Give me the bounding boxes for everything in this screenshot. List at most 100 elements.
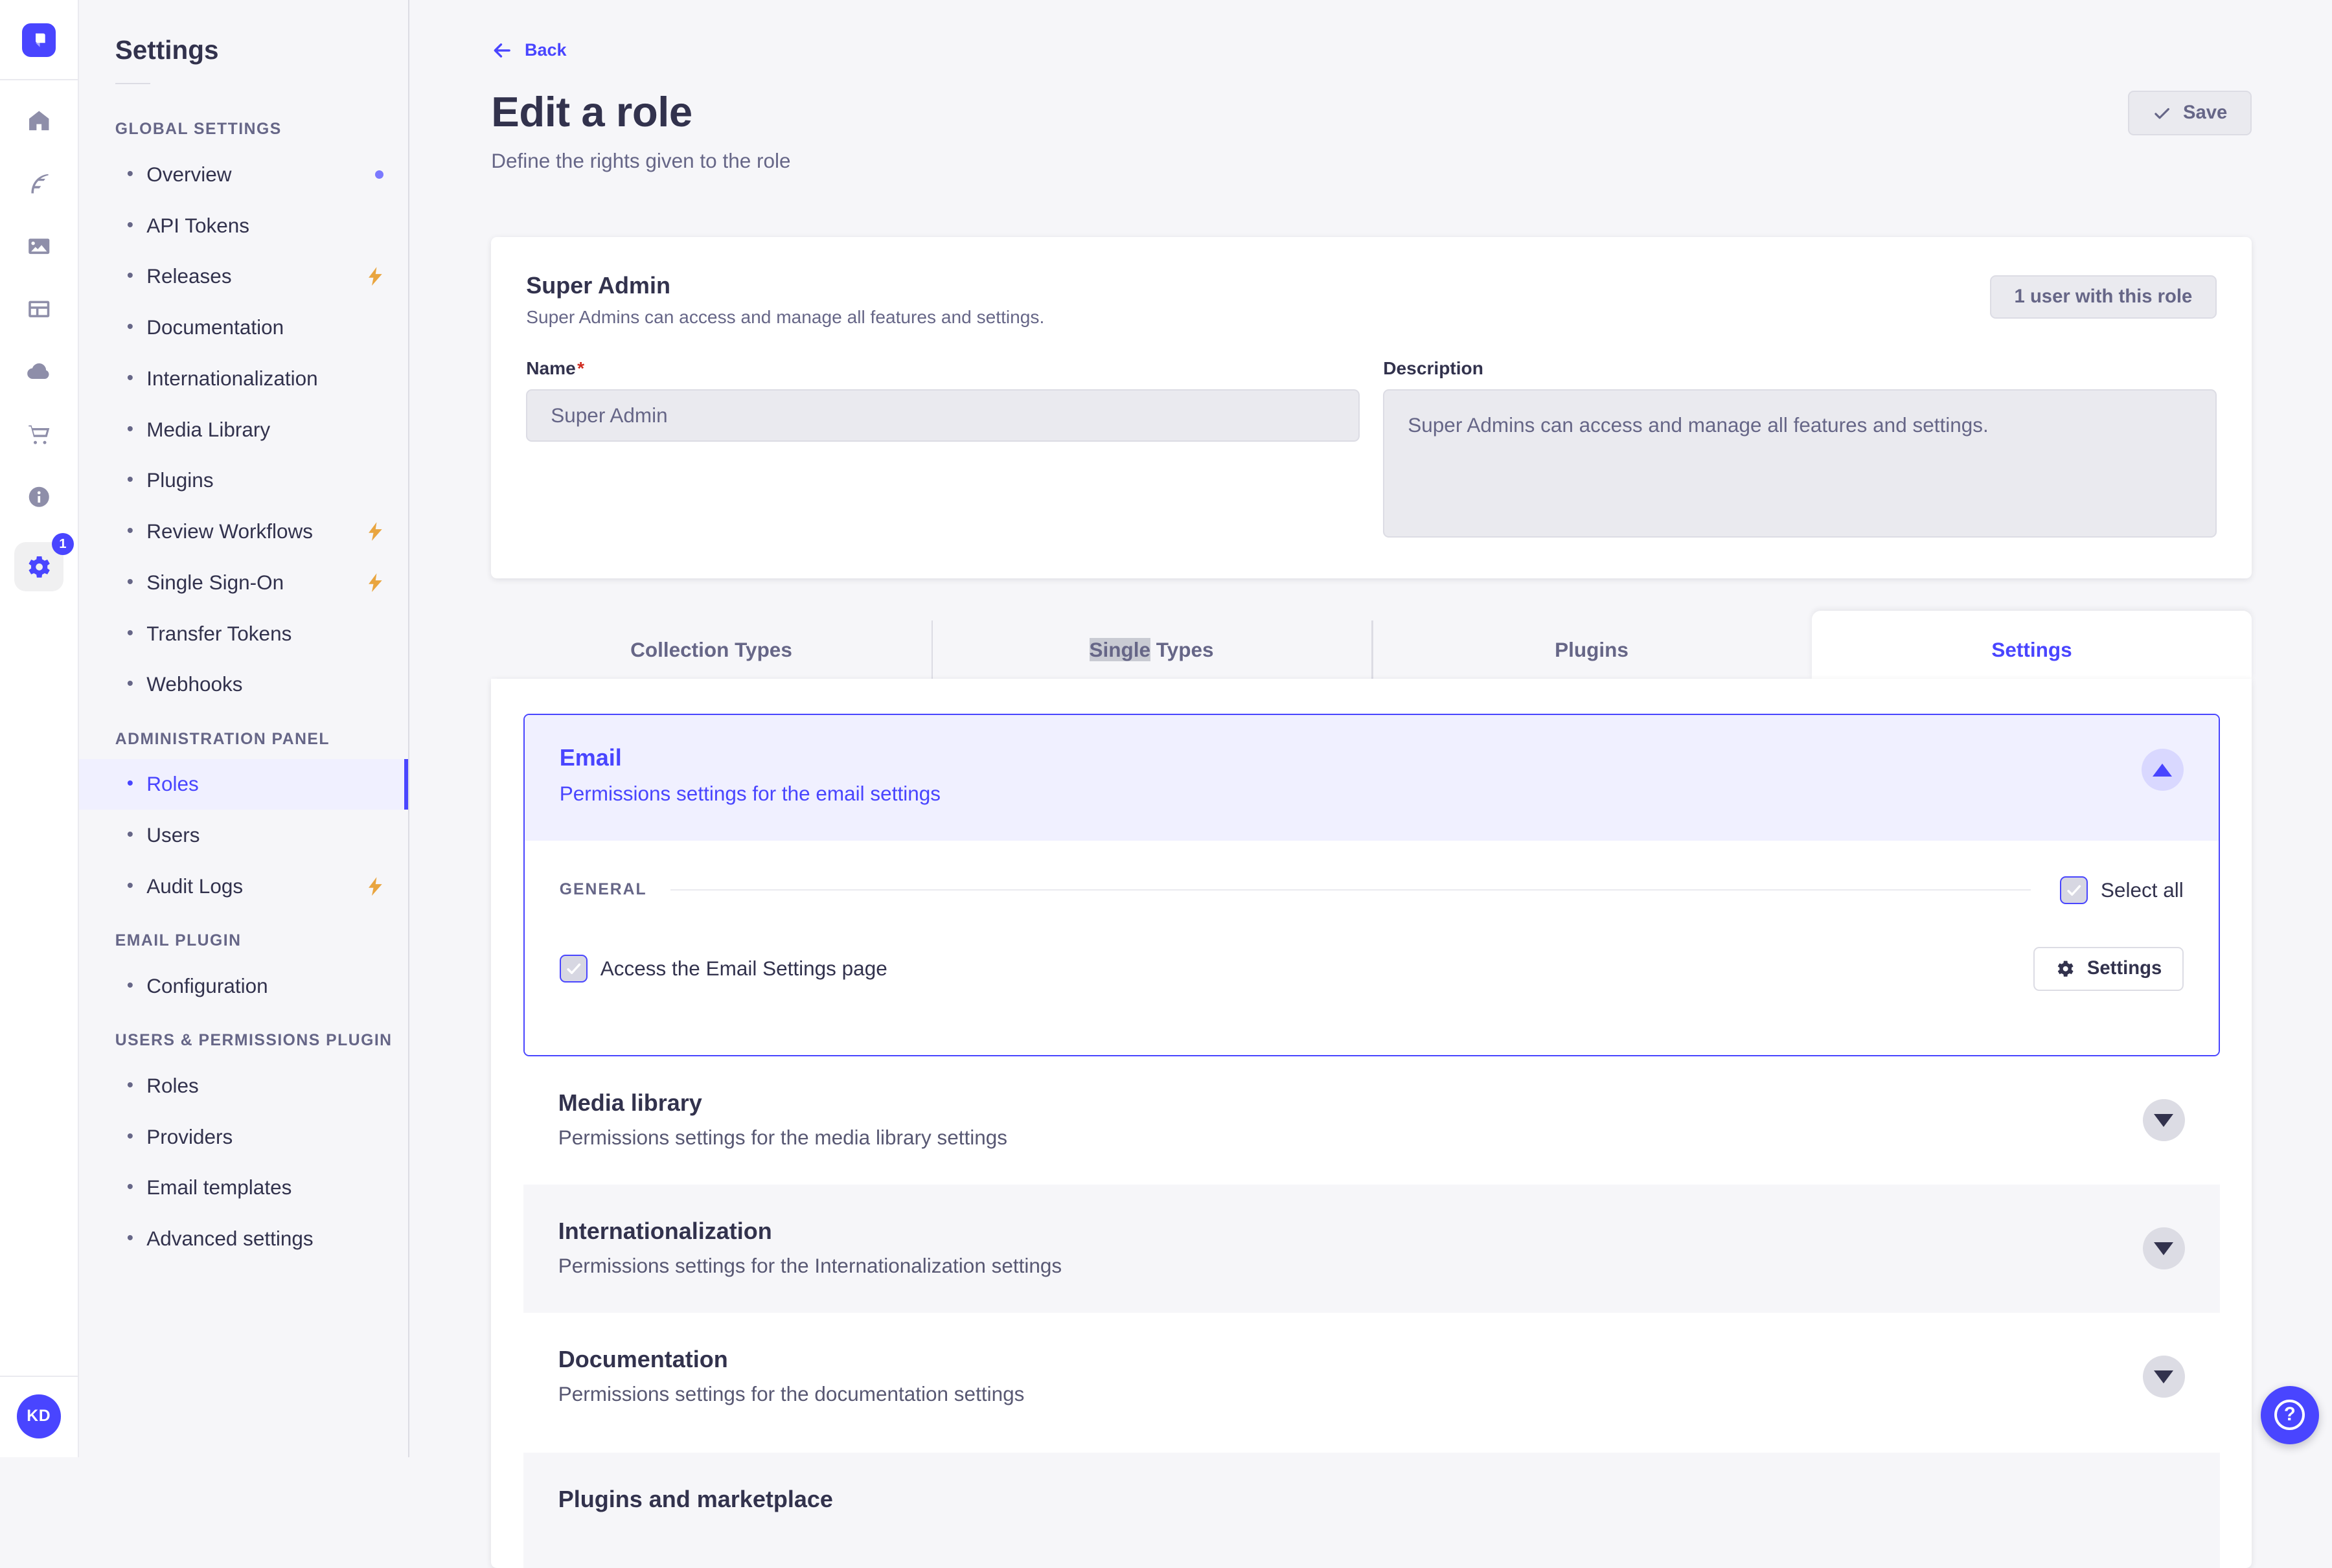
- sidebar-title: Settings: [115, 35, 219, 65]
- expand-button[interactable]: [2142, 1227, 2185, 1270]
- chevron-up-icon: [2153, 763, 2173, 777]
- email-accordion-title: Email: [559, 744, 622, 771]
- email-accordion-header[interactable]: Email Permissions settings for the email…: [524, 715, 2219, 841]
- internationalization-accordion[interactable]: Internationalization Permissions setting…: [523, 1184, 2220, 1313]
- select-all-label[interactable]: Select all: [2101, 878, 2184, 902]
- rail-footer: KD: [0, 1376, 78, 1457]
- tab-single-types[interactable]: Single Types: [931, 620, 1372, 679]
- access-email-settings-checkbox[interactable]: [559, 955, 588, 983]
- deploy-cloud-icon[interactable]: [14, 347, 64, 396]
- email-plugin-list: • Configuration: [79, 960, 409, 1012]
- sidebar-title-divider: [115, 83, 150, 84]
- email-settings-button[interactable]: Settings: [2033, 947, 2184, 991]
- media-library-images-icon[interactable]: [14, 222, 64, 271]
- back-arrow-icon: [494, 43, 511, 58]
- plugins-marketplace-accordion[interactable]: Plugins and marketplace: [523, 1452, 2220, 1568]
- name-label: Name *: [526, 358, 585, 378]
- settings-sidebar: Settings GLOBAL SETTINGS • Overview • AP…: [78, 0, 410, 1457]
- description-field-group: Description Super Admins can access and …: [1383, 358, 2217, 543]
- back-link[interactable]: Back: [491, 40, 567, 62]
- gear-icon: [2058, 960, 2074, 977]
- section-administration-panel: ADMINISTRATION PANEL: [115, 730, 330, 748]
- tab-plugins[interactable]: Plugins: [1371, 620, 1812, 679]
- page-header: Edit a role Save: [491, 87, 2252, 136]
- collapse-button[interactable]: [2141, 749, 2184, 791]
- rail-icons: 1: [0, 80, 78, 592]
- lightning-icon: [367, 522, 383, 541]
- required-asterisk: *: [577, 358, 585, 378]
- name-input: [526, 389, 1360, 442]
- overview-notification-dot: [374, 170, 383, 179]
- media-library-accordion[interactable]: Media library Permissions settings for t…: [523, 1056, 2220, 1185]
- sidebar-item-single-sign-on[interactable]: • Single Sign-On: [79, 557, 409, 608]
- role-details-card: Super Admin Super Admins can access and …: [491, 237, 2252, 578]
- content-type-builder-feather-icon[interactable]: [14, 159, 64, 209]
- lightning-icon: [367, 573, 383, 592]
- chevron-down-icon: [2154, 1370, 2174, 1383]
- user-avatar[interactable]: KD: [17, 1394, 61, 1438]
- lightning-icon: [367, 267, 383, 286]
- global-settings-list: • Overview • API Tokens • Releases • Doc…: [79, 149, 409, 710]
- select-all-checkbox[interactable]: [2059, 876, 2088, 904]
- check-icon: [2154, 108, 2169, 119]
- tab-settings-active[interactable]: Settings: [1811, 610, 2252, 679]
- section-users-permissions-plugin: USERS & PERMISSIONS PLUGIN: [115, 1032, 393, 1050]
- role-description-text: Super Admins can access and manage all f…: [526, 306, 1045, 327]
- settings-gear-icon[interactable]: 1: [14, 533, 74, 592]
- sidebar-item-roles-active[interactable]: • Roles: [78, 758, 409, 810]
- selected-text-highlight: Single: [1089, 637, 1151, 661]
- permissions-tabs: Collection Types Single Types Plugins Se…: [491, 610, 2252, 679]
- home-icon[interactable]: [14, 96, 64, 146]
- page-title: Edit a role: [491, 88, 692, 135]
- help-button[interactable]: ?: [2260, 1385, 2319, 1444]
- expand-button[interactable]: [2142, 1355, 2185, 1398]
- sidebar-item-media-library[interactable]: • Media Library: [79, 404, 409, 455]
- sidebar-item-overview[interactable]: • Overview: [79, 149, 409, 200]
- sidebar-item-advanced-settings[interactable]: • Advanced settings: [79, 1213, 409, 1264]
- name-field-group: Name *: [526, 358, 1360, 543]
- email-accordion-subtitle: Permissions settings for the email setti…: [559, 782, 941, 805]
- sidebar-item-documentation[interactable]: • Documentation: [79, 302, 409, 353]
- sidebar-item-releases[interactable]: • Releases: [79, 251, 409, 302]
- main-content: Back Edit a role Save Define the rights …: [409, 0, 2332, 1568]
- strapi-logo-icon[interactable]: [21, 23, 56, 57]
- sidebar-item-webhooks[interactable]: • Webhooks: [79, 659, 409, 710]
- documentation-accordion[interactable]: Documentation Permissions settings for t…: [523, 1313, 2220, 1441]
- check-icon: [2067, 885, 2081, 896]
- sidebar-item-api-tokens[interactable]: • API Tokens: [79, 200, 409, 251]
- sidebar-item-transfer-tokens[interactable]: • Transfer Tokens: [79, 608, 409, 659]
- general-group-label: GENERAL: [559, 881, 647, 899]
- marketplace-cart-icon[interactable]: [14, 409, 64, 459]
- nav-rail: 1 KD: [0, 0, 79, 1457]
- sidebar-item-audit-logs[interactable]: • Audit Logs: [79, 861, 409, 912]
- description-textarea: Super Admins can access and manage all f…: [1383, 389, 2217, 538]
- question-mark-icon: ?: [2274, 1400, 2305, 1431]
- chevron-down-icon: [2154, 1242, 2174, 1255]
- users-permissions-list: • Roles • Providers • Email templates • …: [79, 1060, 409, 1264]
- sidebar-item-configuration[interactable]: • Configuration: [79, 960, 409, 1012]
- check-icon: [567, 963, 580, 975]
- sidebar-item-plugins[interactable]: • Plugins: [79, 455, 409, 506]
- role-name-heading: Super Admin: [526, 272, 670, 299]
- content-manager-layout-icon[interactable]: [14, 284, 64, 334]
- save-button[interactable]: Save: [2127, 90, 2252, 136]
- sidebar-item-providers[interactable]: • Providers: [79, 1111, 409, 1163]
- email-accordion-body: GENERAL Select all Access the Email Sett…: [524, 840, 2219, 1055]
- general-group-row: GENERAL Select all: [560, 864, 2184, 916]
- sidebar-item-email-templates[interactable]: • Email templates: [79, 1163, 409, 1214]
- sidebar-item-review-workflows[interactable]: • Review Workflows: [79, 506, 409, 557]
- users-with-role-button[interactable]: 1 user with this role: [1989, 275, 2217, 319]
- section-global-settings: GLOBAL SETTINGS: [115, 120, 282, 139]
- info-icon[interactable]: [14, 472, 64, 522]
- sidebar-item-users[interactable]: • Users: [79, 810, 409, 861]
- divider-line: [670, 889, 2031, 891]
- sidebar-item-up-roles[interactable]: • Roles: [79, 1060, 409, 1111]
- expand-button[interactable]: [2142, 1098, 2185, 1142]
- sidebar-item-internationalization[interactable]: • Internationalization: [79, 353, 409, 404]
- email-access-row: Access the Email Settings page Settings: [559, 947, 2184, 991]
- email-permissions-accordion: Email Permissions settings for the email…: [523, 714, 2220, 1056]
- settings-tab-panel: Email Permissions settings for the email…: [491, 679, 2252, 1568]
- settings-notification-badge: 1: [52, 533, 74, 555]
- access-email-settings-label[interactable]: Access the Email Settings page: [600, 957, 887, 981]
- tab-collection-types[interactable]: Collection Types: [491, 620, 932, 679]
